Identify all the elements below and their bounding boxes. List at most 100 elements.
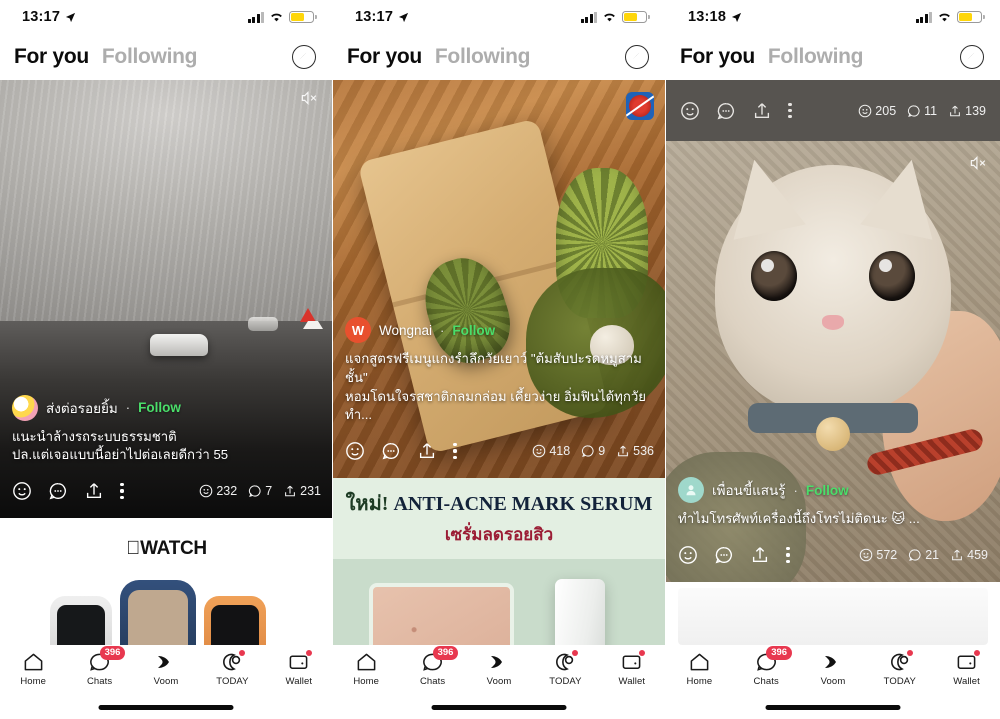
compass-icon[interactable] [625,45,649,69]
post-card[interactable]: เพื่อนขี้แสนรู้ · Follow ทำไมโทรศัพท์เคร… [666,141,1000,582]
chat-icon: 396 [421,646,459,673]
comment-icon[interactable] [714,545,734,565]
smiley-reaction-icon[interactable] [345,441,365,461]
status-bar: 13:18 [666,0,1000,34]
share-icon [285,485,296,497]
more-options-icon[interactable] [788,102,792,119]
share-count: 536 [633,444,654,458]
nav-label: Voom [153,676,179,687]
watch-blue [120,580,196,645]
tab-for-you[interactable]: For you [680,45,755,69]
status-indicators [580,11,650,23]
post-stats: 205 11 139 [858,104,986,118]
avatar[interactable] [12,394,38,421]
post-author-row[interactable]: W Wongnai · Follow [345,317,654,344]
previous-post-action-bar: 205 11 139 [666,80,1000,141]
more-options-icon[interactable] [453,443,457,459]
comment-icon[interactable] [716,101,736,121]
tab-for-you[interactable]: For you [14,45,89,69]
nav-item-voom[interactable]: Voom [466,651,532,687]
nav-item-home[interactable]: Home [0,651,66,687]
author-name[interactable]: ส่งต่อรอยยิ้ม [46,397,118,419]
status-time: 13:17 [22,9,61,25]
brand-label: WATCH [133,538,207,559]
nav-item-voom[interactable]: Voom [133,651,199,687]
stat-shares: 536 [616,444,654,458]
today-dot [239,650,246,656]
post-caption[interactable]: ทำไมโทรศัพท์เครื่องนี้ถึงโทรไม่ติดนะ 🐱 .… [678,510,988,529]
reaction-count: 418 [549,444,571,458]
nav-item-chats[interactable]: 396 Chats [733,646,800,687]
nav-item-today[interactable]: TODAY [199,650,265,687]
nav-item-today[interactable]: TODAY [532,650,598,687]
more-options-icon[interactable] [786,547,790,563]
stat-comments: 7 [248,484,272,498]
smiley-reaction-icon[interactable] [680,101,700,121]
post-stats: 232 7 231 [199,484,321,498]
author-name[interactable]: Wongnai [379,323,432,338]
author-name[interactable]: เพื่อนขี้แสนรู้ [712,479,786,501]
post-caption[interactable]: แจกสูตรฟรีเมนูแกงรำลึกวัยเยาว์ "ต้มสับปะ… [345,350,654,425]
nav-item-home[interactable]: Home [333,651,399,687]
wongnai-avatar[interactable]: W [345,317,371,344]
share-icon[interactable] [84,481,104,501]
nav-item-wallet[interactable]: Wallet [599,650,665,687]
car-foreground [150,334,208,357]
nav-item-voom[interactable]: Voom [800,651,867,687]
comment-icon[interactable] [381,441,401,461]
nav-item-chats[interactable]: 396 Chats [66,646,132,687]
smiley-reaction-icon[interactable] [678,545,698,565]
tab-following[interactable]: Following [435,45,531,69]
follow-button[interactable]: Follow [806,483,849,498]
nav-item-chats[interactable]: 396 Chats [399,646,465,687]
wifi-icon [271,13,282,22]
follow-button[interactable]: Follow [452,323,495,338]
more-options-icon[interactable] [120,483,124,499]
compass-icon[interactable] [292,45,316,69]
next-post-preview[interactable]: WATCH [0,518,332,645]
phone-screen-3: 13:18 For you Following 205 11 139 เพื่อ… [666,0,1000,719]
ad-headline-th: ใหม่! [345,493,389,515]
sponsored-badge-icon[interactable] [626,92,654,120]
post-card[interactable]: ส่งต่อรอยยิ้ม · Follow แนะนำล้างรถระบบธร… [0,80,332,518]
smiley-reaction-icon[interactable] [12,481,32,501]
bottom-nav: Home 396 Chats Voom TODAY Wallet [0,645,332,719]
share-icon[interactable] [752,101,772,121]
nav-item-wallet[interactable]: Wallet [266,650,332,687]
nav-label: TODAY [883,676,916,687]
nav-label: Wallet [953,676,980,687]
nav-label: Home [353,676,380,687]
mute-speaker-icon[interactable] [969,155,988,171]
comment-count: 7 [265,484,273,498]
nav-item-home[interactable]: Home [666,651,733,687]
voom-icon [154,651,178,673]
comment-count: 21 [925,548,940,562]
post-author-row[interactable]: ส่งต่อรอยยิ้ม · Follow [12,394,321,421]
next-post-preview-ad[interactable]: ใหม่! ANTI-ACNE MARK SERUM เซรั่มลดรอยสิ… [333,478,665,645]
next-post-preview[interactable] [666,582,1000,645]
follow-button[interactable]: Follow [138,400,181,415]
avatar[interactable] [678,477,704,504]
tab-for-you[interactable]: For you [347,45,422,69]
post-author-row[interactable]: เพื่อนขี้แสนรู้ · Follow [678,477,988,504]
nav-label: Chats [753,676,779,687]
comment-icon[interactable] [48,481,68,501]
tab-following[interactable]: Following [768,45,864,69]
mute-speaker-icon[interactable] [300,90,319,106]
post-actions [678,545,790,565]
share-count: 139 [965,103,986,118]
nav-item-wallet[interactable]: Wallet [933,650,1000,687]
compass-icon[interactable] [960,45,984,69]
tab-following[interactable]: Following [102,45,198,69]
post-card[interactable]: W Wongnai · Follow แจกสูตรฟรีเมนูแกงรำลึ… [333,80,665,478]
stat-comments: 9 [581,444,605,458]
ad-body: NEW [333,559,665,645]
post-caption[interactable]: แนะนำล้างรถระบบธรรมชาติ ปล.แต่เจอแบบนี้อ… [12,428,321,465]
nav-item-today[interactable]: TODAY [866,650,933,687]
share-icon[interactable] [750,545,770,565]
battery-icon [289,11,317,23]
cat-eye-left [751,251,797,301]
comment-icon [909,549,921,562]
share-icon [950,105,961,116]
share-icon[interactable] [417,441,437,461]
